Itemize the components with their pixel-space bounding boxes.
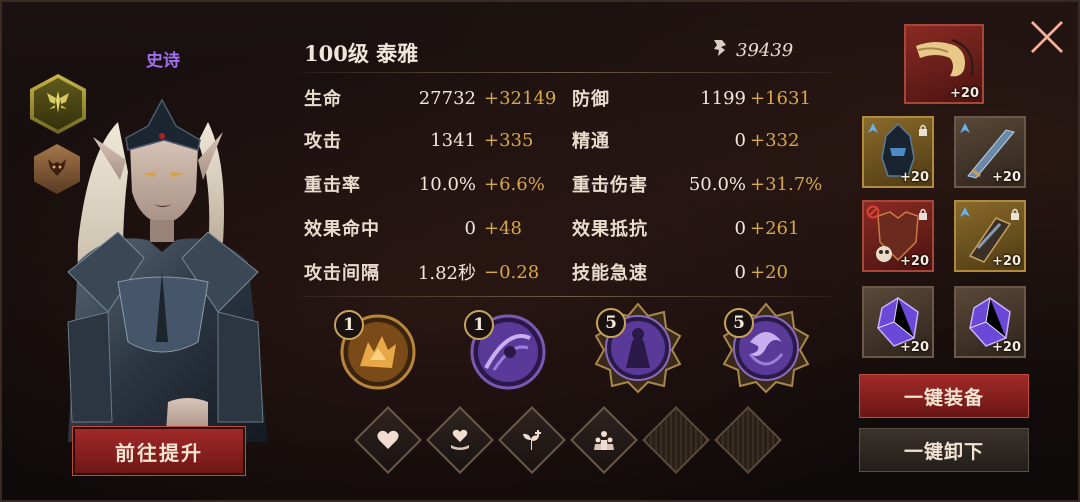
stat-bonus: +332 <box>750 129 800 151</box>
hero-portrait <box>67 98 268 442</box>
stat-label: 攻击间隔 <box>304 263 380 284</box>
stat-label: 效果命中 <box>304 219 380 240</box>
equip-armor[interactable]: +20 <box>862 200 934 272</box>
stat-base: 1.82秒 <box>417 263 476 284</box>
blue-arrow-icon <box>866 120 880 139</box>
stat-base: 27732 <box>418 87 476 109</box>
stat-bonus: −0.28 <box>484 261 540 283</box>
equip-gloves[interactable]: +20 <box>954 200 1026 272</box>
stat-bonus: +1631 <box>750 87 811 109</box>
skill-level: 5 <box>724 308 754 338</box>
stat-hp: 生命 27732 +32149 <box>304 84 564 112</box>
power-icon <box>710 38 730 62</box>
no-swap-icon <box>866 204 880 223</box>
enhance-level: +20 <box>992 254 1021 269</box>
stat-bonus: +32149 <box>484 87 557 109</box>
stat-label: 重击率 <box>304 175 361 196</box>
equip-all-button[interactable]: 一键装备 <box>859 374 1029 418</box>
rune-slot-5[interactable] <box>642 406 710 474</box>
stats-divider <box>302 296 832 297</box>
stat-label: 技能急速 <box>572 263 648 284</box>
enhance-level: +20 <box>900 170 929 185</box>
combat-power: 39439 <box>710 38 793 62</box>
skill-slot-4[interactable]: 5 <box>720 302 812 394</box>
enhance-level: +20 <box>992 170 1021 185</box>
stat-effect-res: 效果抵抗 0 +261 <box>572 214 832 242</box>
skill-slot-3[interactable]: 5 <box>592 302 684 394</box>
stat-def: 防御 1199 +1631 <box>572 84 832 112</box>
stat-base: 10.0% <box>418 173 476 195</box>
lock-icon <box>1010 205 1020 224</box>
stat-base: 1341 <box>430 129 476 151</box>
stat-effect-hit: 效果命中 0 +48 <box>304 214 564 242</box>
promote-button[interactable]: 前往提升 <box>72 426 246 476</box>
skill-slot-2[interactable]: 1 <box>464 308 548 392</box>
rune-slot-6[interactable] <box>714 406 782 474</box>
stat-atk-interval: 攻击间隔 1.82秒 −0.28 <box>304 258 564 286</box>
heart-hand-icon <box>448 428 472 452</box>
stat-skill-haste: 技能急速 0 +20 <box>572 258 832 286</box>
hero-area: 史诗 前往提升 <box>8 12 288 492</box>
close-icon <box>1030 20 1064 54</box>
stat-label: 效果抵抗 <box>572 219 648 240</box>
stat-atk: 攻击 1341 +335 <box>304 126 564 154</box>
stat-bonus: +31.7% <box>750 173 823 195</box>
lock-icon <box>918 205 928 224</box>
enhance-level: +20 <box>900 254 929 269</box>
stat-base: 0 <box>734 261 746 283</box>
unequip-all-button[interactable]: 一键卸下 <box>859 428 1029 472</box>
enhance-level: +20 <box>900 340 929 355</box>
equip-gem-1[interactable]: +20 <box>862 286 934 358</box>
header-divider <box>302 72 832 73</box>
sprout-plus-icon <box>520 428 544 452</box>
rarity-label: 史诗 <box>146 51 180 71</box>
stat-base: 0 <box>464 217 476 239</box>
stat-base: 1199 <box>700 87 746 109</box>
skill-level: 1 <box>464 310 494 340</box>
blue-arrow-icon <box>958 120 972 139</box>
stat-label: 攻击 <box>304 131 342 152</box>
rune-slot-3[interactable] <box>498 406 566 474</box>
stat-bonus: +261 <box>750 217 800 239</box>
stat-mastery: 精通 0 +332 <box>572 126 832 154</box>
equip-accessory[interactable]: +20 <box>904 24 984 104</box>
stat-label: 精通 <box>572 131 610 152</box>
heart-icon <box>376 429 400 451</box>
stat-bonus: +335 <box>484 129 534 151</box>
blue-arrow-icon <box>958 204 972 223</box>
stat-bonus: +20 <box>750 261 788 283</box>
stat-base: 50.0% <box>688 173 746 195</box>
rune-slot-1[interactable] <box>354 406 422 474</box>
close-button[interactable] <box>1024 14 1070 60</box>
stat-label: 重击伤害 <box>572 175 648 196</box>
enhance-level: +20 <box>950 86 979 101</box>
equip-gem-2[interactable]: +20 <box>954 286 1026 358</box>
stat-crit-dmg: 重击伤害 50.0% +31.7% <box>572 170 832 198</box>
enhance-level: +20 <box>992 340 1021 355</box>
power-value: 39439 <box>736 39 794 61</box>
stat-label: 生命 <box>304 89 342 110</box>
rune-slot-2[interactable] <box>426 406 494 474</box>
group-icon <box>592 428 616 452</box>
stat-bonus: +48 <box>484 217 522 239</box>
skill-level: 5 <box>596 308 626 338</box>
skill-slot-1[interactable]: 1 <box>334 308 418 392</box>
hero-level-name: 100级 泰雅 <box>304 41 419 66</box>
stat-base: 0 <box>734 129 746 151</box>
hero-detail-panel: 史诗 前往提升 100级 泰雅 39439 生命 27732 +32149 防御… <box>0 0 1080 502</box>
stat-bonus: +6.6% <box>484 173 545 195</box>
stat-label: 防御 <box>572 89 610 110</box>
stat-base: 0 <box>734 217 746 239</box>
skill-level: 1 <box>334 310 364 340</box>
equip-weapon[interactable]: +20 <box>954 116 1026 188</box>
rune-slot-4[interactable] <box>570 406 638 474</box>
equip-helmet[interactable]: +20 <box>862 116 934 188</box>
stat-crit-rate: 重击率 10.0% +6.6% <box>304 170 564 198</box>
lock-icon <box>918 121 928 140</box>
